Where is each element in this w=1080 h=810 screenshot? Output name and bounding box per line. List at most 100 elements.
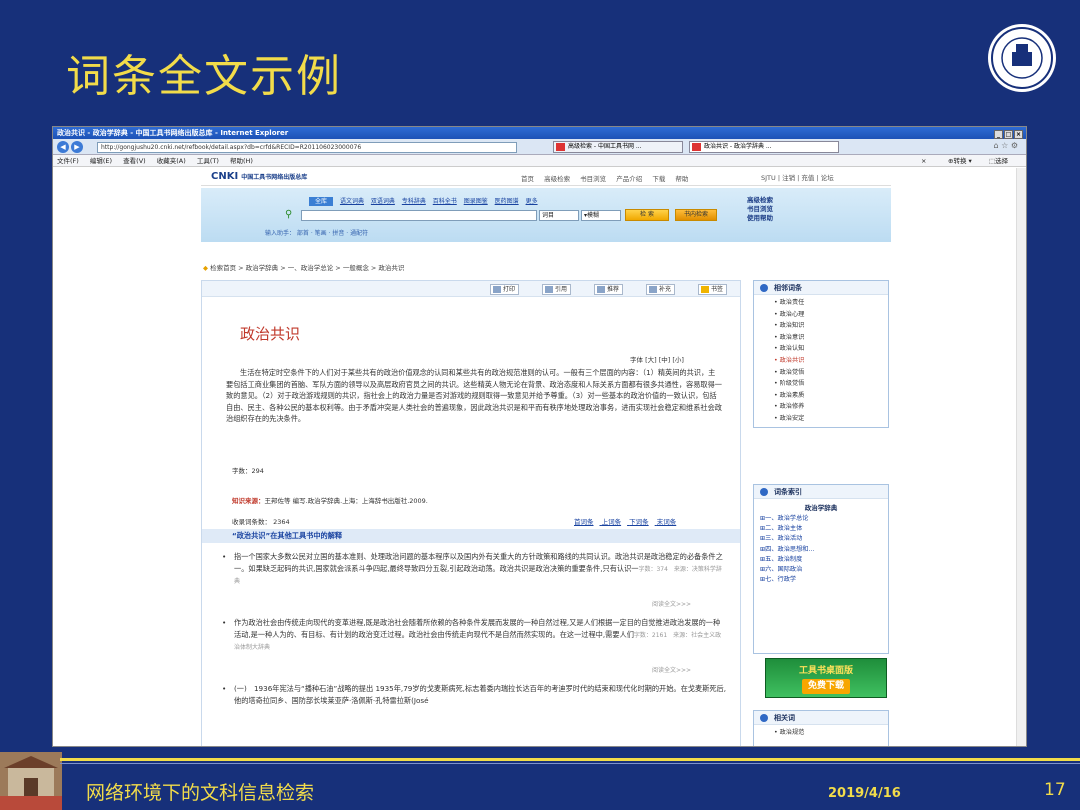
university-seal-logo — [988, 24, 1056, 92]
back-icon[interactable]: ◀ — [57, 141, 69, 153]
pencil-icon — [649, 286, 657, 293]
last-entry-link[interactable]: 末词条 — [657, 518, 677, 526]
tab-bilingual[interactable]: 双语词典 — [371, 198, 395, 205]
index-book-title[interactable]: 政治学辞典 — [754, 502, 888, 512]
search-button[interactable]: 检 索 — [625, 209, 669, 221]
bullet-icon — [760, 714, 768, 722]
menu-tools[interactable]: 工具(T) — [197, 157, 219, 165]
footer-rule-thin — [60, 763, 1080, 764]
slide-title: 词条全文示例 — [66, 51, 342, 102]
bullet-icon — [760, 284, 768, 292]
print-button[interactable]: 打印 — [490, 284, 520, 295]
tab-more[interactable]: 更多 — [526, 198, 538, 205]
related-terms-box: 相邻词条 • 政治责任 • 政治心理 • 政治知识 • 政治意识 • 政治认知 • 政治共… — [753, 280, 889, 428]
menu-file[interactable]: 文件(F) — [57, 157, 79, 165]
tab-all[interactable]: 全库 — [309, 197, 334, 206]
read-more-link[interactable]: 阅读全文>>> — [652, 599, 691, 608]
supplement-button[interactable]: 补充 — [646, 284, 676, 295]
advanced-search-link[interactable]: 高级检索 — [747, 196, 773, 205]
desktop-version-ad[interactable]: 工具书桌面版 免费下载 — [765, 658, 887, 698]
other-books-header: “政治共识”在其他工具书中的解释 — [202, 529, 740, 543]
nav-home[interactable]: 首页 — [521, 175, 534, 183]
cnki-tab-icon — [556, 143, 565, 151]
mode-select[interactable]: ▾模糊 — [581, 210, 621, 221]
related-term-item[interactable]: • 政治认知 — [774, 343, 888, 355]
search-helper[interactable]: 输入助手： 部首 · 笔画 · 拼音 · 通配符 — [265, 228, 368, 237]
search-in-book-button[interactable]: 书内检索 — [675, 209, 717, 221]
footer-campus-image — [0, 752, 62, 810]
tab-current-entry[interactable]: 政治共识 - 政治学辞典 ... — [689, 141, 839, 153]
list-item: • 作为政治社会由传统走向现代的变革进程,既是政治社会随着所依赖的各种条件发展而… — [222, 618, 722, 652]
nav-help[interactable]: 帮助 — [675, 175, 688, 183]
home-star-gear-icons[interactable]: ⌂ ☆ ⚙ — [993, 141, 1018, 150]
menu-help[interactable]: 帮助(H) — [230, 157, 253, 165]
menu-favorites[interactable]: 收藏夹(A) — [157, 157, 186, 165]
select-button[interactable]: ⬚选择 — [989, 155, 1008, 167]
related-term-item[interactable]: • 政治心理 — [774, 309, 888, 321]
page-number: 17 — [1044, 780, 1066, 800]
cite-icon — [545, 286, 553, 293]
nav-advanced[interactable]: 高级检索 — [544, 175, 570, 183]
related-term-item[interactable]: • 政治安定 — [774, 413, 888, 425]
related-terms-header: 相邻词条 — [754, 281, 888, 295]
related-words-box: 相关词 • 政治规范 — [753, 710, 889, 746]
word-count: 字数：294 — [232, 467, 264, 475]
recommend-button[interactable]: 推荐 — [594, 284, 624, 295]
first-entry-link[interactable]: 首词条 — [574, 518, 594, 526]
help-link[interactable]: 使用帮助 — [747, 214, 773, 223]
index-tree-item[interactable]: ⊞七、行政学 — [760, 575, 888, 585]
print-icon — [493, 286, 501, 293]
cnki-logo[interactable]: CNKI 中国工具书网络出版总库 — [211, 171, 307, 182]
tab-encyclopedia[interactable]: 百科全书 — [433, 198, 457, 205]
tab-special[interactable]: 专科辞典 — [402, 198, 426, 205]
search-input[interactable] — [301, 210, 537, 221]
related-term-item[interactable]: • 政治责任 — [774, 297, 888, 309]
font-size-switcher[interactable]: 字体 [大] [中] [小] — [630, 354, 684, 364]
account-links[interactable]: SJTU | 注销 | 充值 | 论坛 — [761, 172, 834, 182]
prev-entry-link[interactable]: 上词条 — [602, 518, 622, 526]
entry-index-tree: ⊞一、政治学总论 ⊞二、政治主体 ⊞三、政治活动 ⊞四、政治思想和... ⊞五、政治制度… — [754, 512, 888, 587]
menu-edit[interactable]: 编辑(E) — [90, 157, 112, 165]
related-term-item[interactable]: • 阶级觉悟 — [774, 378, 888, 390]
index-tree-item[interactable]: ⊞一、政治学总论 — [760, 514, 888, 524]
related-term-item[interactable]: • 政治知识 — [774, 320, 888, 332]
forward-icon[interactable]: ▶ — [71, 141, 83, 153]
close-bar-icon[interactable]: × — [921, 155, 926, 167]
tab-advanced-search[interactable]: 高级检索 - 中国工具书网 ... — [553, 141, 683, 153]
site-header: CNKI 中国工具书网络出版总库 首页 高级检索 书目浏览 产品介绍 下载 帮助 … — [201, 168, 891, 186]
related-term-item[interactable]: • 政治素质 — [774, 390, 888, 402]
address-input[interactable]: http://gongjushu20.cnki.net/refbook/deta… — [97, 142, 517, 153]
index-tree-item[interactable]: ⊞二、政治主体 — [760, 524, 888, 534]
related-term-item[interactable]: • 政治修养 — [774, 401, 888, 413]
related-term-item[interactable]: • 政治共识 — [774, 355, 888, 367]
next-entry-link[interactable]: 下词条 — [629, 518, 649, 526]
bullet-icon — [760, 488, 768, 496]
nav-browse[interactable]: 书目浏览 — [580, 175, 606, 183]
tab-medical[interactable]: 医药图谱 — [495, 198, 519, 205]
field-select[interactable]: 词目 — [539, 210, 579, 221]
window-title: 政治共识 - 政治学辞典 - 中国工具书网络出版总库 - Internet Ex… — [57, 129, 289, 137]
nav-download[interactable]: 下载 — [652, 175, 665, 183]
knowledge-source: 知识来源：王邦佐等 编写.政治学辞典.上海：上海辞书出版社.2009. — [232, 497, 428, 505]
browse-link[interactable]: 书目浏览 — [747, 205, 773, 214]
nav-product[interactable]: 产品介绍 — [616, 175, 642, 183]
cite-button[interactable]: 引用 — [542, 284, 572, 295]
index-tree-item[interactable]: ⊞五、政治制度 — [760, 555, 888, 565]
related-term-item[interactable]: • 政治觉悟 — [774, 367, 888, 379]
index-tree-item[interactable]: ⊞六、国际政治 — [760, 565, 888, 575]
minimize-button[interactable]: _ — [994, 130, 1003, 139]
maximize-button[interactable]: □ — [1004, 130, 1013, 139]
tab-language[interactable]: 语文词典 — [340, 198, 364, 205]
related-term-item[interactable]: • 政治意识 — [774, 332, 888, 344]
tab-atlas[interactable]: 图录图鉴 — [464, 198, 488, 205]
menu-view[interactable]: 查看(V) — [123, 157, 146, 165]
related-words-list: • 政治规范 — [774, 729, 805, 736]
convert-button[interactable]: ⊕转换 ▾ — [948, 155, 972, 167]
index-tree-item[interactable]: ⊞三、政治活动 — [760, 534, 888, 544]
close-button[interactable]: × — [1014, 130, 1023, 139]
breadcrumb: ◆ 检索首页 > 政治学辞典 > 一、政治学总论 > 一般概念 > 政治共识 — [203, 264, 405, 272]
page-scrollbar[interactable] — [1016, 168, 1026, 746]
index-tree-item[interactable]: ⊞四、政治思想和... — [760, 545, 888, 555]
bookmark-button[interactable]: 书签 — [698, 284, 728, 295]
read-more-link[interactable]: 阅读全文>>> — [652, 665, 691, 674]
